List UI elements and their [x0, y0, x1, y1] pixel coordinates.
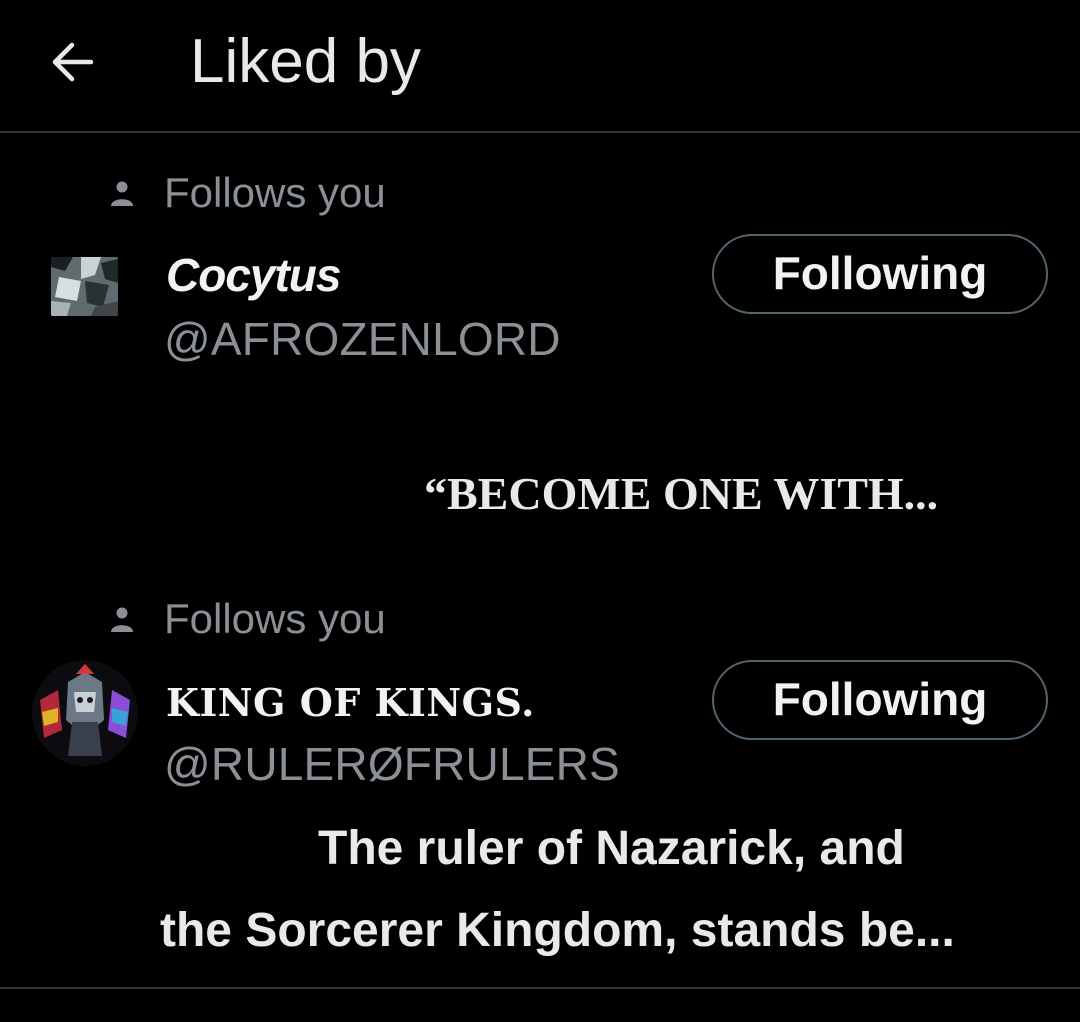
following-button[interactable]: Following — [712, 234, 1048, 314]
follows-you-label: Follows you — [164, 595, 386, 642]
user-handle: @AFROZENLORD — [164, 313, 561, 365]
following-button[interactable]: Following — [712, 660, 1048, 740]
social-context: Follows you — [108, 168, 386, 218]
avatar[interactable] — [51, 257, 118, 316]
social-context: Follows you — [108, 594, 386, 644]
avatar-image — [51, 257, 118, 316]
follows-you-label: Follows you — [164, 169, 386, 216]
user-cell[interactable]: Follows you Cocytus @AFROZENLORD Followi… — [0, 0, 1080, 560]
avatar[interactable] — [32, 660, 138, 766]
user-bio: “BECOME ONE WITH... — [424, 468, 939, 519]
user-bio: The ruler of Nazarick, and the Sorcerer … — [160, 808, 1060, 972]
person-icon — [111, 181, 133, 206]
person-icon — [111, 607, 133, 632]
display-name[interactable]: KING OF KINGS. — [166, 680, 535, 725]
user-bio-line: The ruler of Nazarick, and — [318, 822, 905, 875]
user-bio-line: the Sorcerer Kingdom, stands be... — [160, 904, 955, 957]
avatar-image — [32, 660, 138, 766]
divider — [0, 987, 1080, 989]
user-handle: @RULERØFRULERS — [164, 738, 620, 790]
display-name[interactable]: Cocytus — [166, 248, 341, 302]
